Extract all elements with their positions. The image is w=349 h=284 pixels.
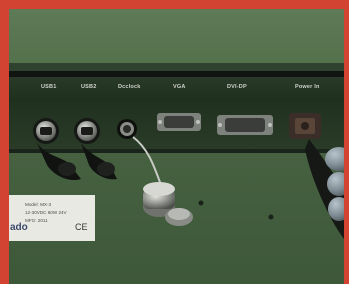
panel-bottom-edge	[9, 149, 344, 153]
vga-connector	[157, 113, 201, 131]
label-usb2: USB2	[81, 84, 96, 90]
dvi-dp-connector	[217, 115, 273, 135]
product-label-sticker: Model: MX-3 12-30VDC 60W 24V MFG: 2011 a…	[9, 195, 95, 241]
power-in-connector	[289, 113, 321, 139]
photo-svg: USB1 USB2 Dcclock VGA DVI-DP Power In Mo…	[9, 9, 344, 284]
label-dvi-dp: DVI-DP	[227, 84, 247, 90]
logo-text: ado	[10, 222, 28, 233]
photo-enclosure-connectors: USB1 USB2 Dcclock VGA DVI-DP Power In Mo…	[9, 9, 344, 284]
tag-line-1: Model: MX-3	[25, 202, 51, 207]
tag-line-3: MFG: 2011	[25, 218, 48, 223]
label-decclock: Dcclock	[118, 84, 141, 90]
shadow-strip	[9, 71, 344, 77]
label-usb1: USB1	[41, 84, 56, 90]
usb1-connector	[33, 118, 59, 144]
tag-line-2: 12-30VDC 60W 24V	[25, 210, 68, 215]
label-vga: VGA	[173, 84, 186, 90]
screw	[268, 214, 274, 220]
label-power-in: Power In	[295, 84, 320, 90]
screw	[198, 200, 204, 206]
decclock-connector	[117, 119, 137, 139]
top-green-area	[9, 9, 344, 71]
usb2-connector	[74, 118, 100, 144]
ce-mark: CE	[75, 222, 88, 232]
red-frame: USB1 USB2 Dcclock VGA DVI-DP Power In Mo…	[0, 0, 349, 284]
